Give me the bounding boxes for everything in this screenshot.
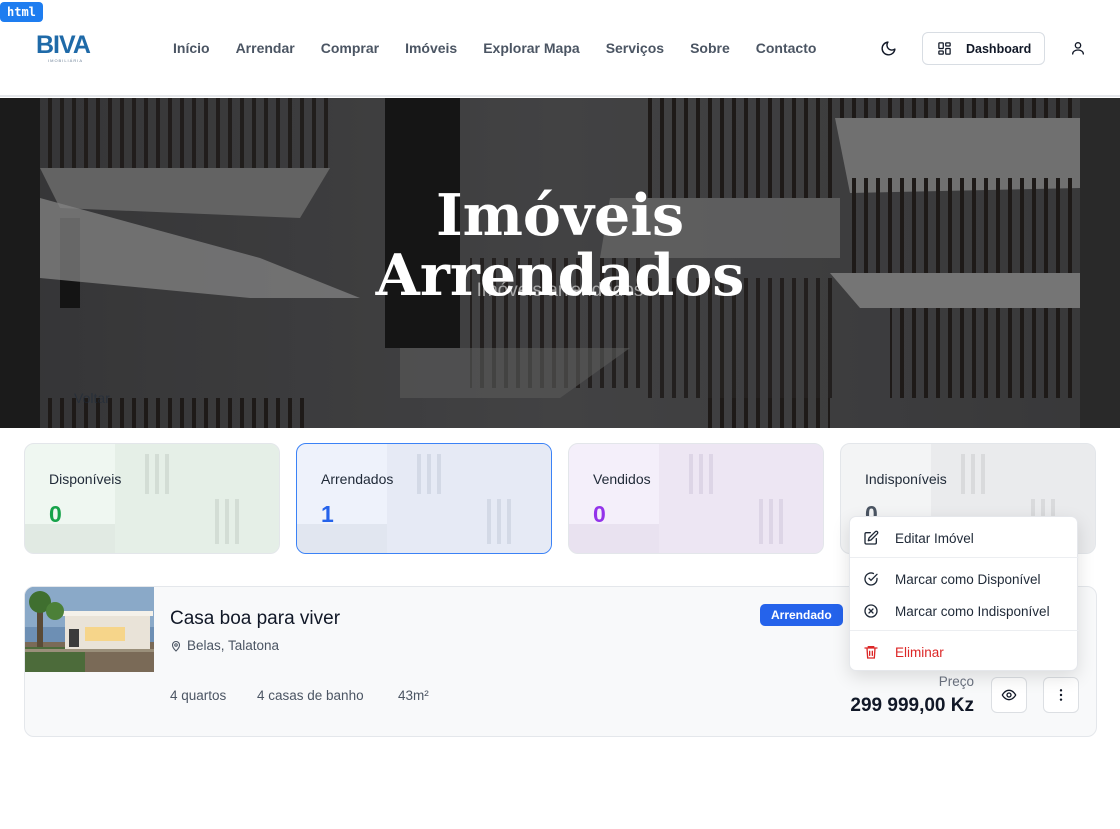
stat-label: Indisponíveis [865,471,947,487]
stat-card-vendidos[interactable]: Vendidos 0 [568,443,824,554]
stat-pattern [297,444,551,553]
html-badge: html [0,2,43,22]
nav-inicio[interactable]: Início [160,38,223,58]
stat-value: 0 [593,501,606,527]
check-circle-icon [864,572,878,586]
menu-label: Editar Imóvel [895,530,974,546]
trash-icon [864,646,878,659]
stat-card-arrendados[interactable]: Arrendados 1 [296,443,552,554]
bathrooms-count: 4 casas de banho [257,688,364,703]
menu-mark-unavailable[interactable]: Marcar como Indisponível [850,596,1079,626]
hero-banner: Imóveis arrendados Imóveis Arrendados Vo… [0,98,1120,428]
dashboard-button[interactable]: Dashboard [922,32,1045,65]
status-badge: Arrendado [760,604,843,626]
map-pin-icon [171,640,181,652]
stat-pattern [569,444,823,553]
eye-icon [1001,689,1017,701]
hero-title-line2: Arrendados [375,242,745,309]
top-navbar: BIVA IMOBILIÁRIA Início Arrendar Comprar… [0,0,1120,97]
stat-value: 0 [49,501,62,527]
menu-label: Marcar como Indisponível [895,603,1050,619]
stat-label: Disponíveis [49,471,122,487]
menu-divider [850,557,1079,558]
main-nav: Início Arrendar Comprar Imóveis Explorar… [160,38,829,58]
theme-toggle-button[interactable] [876,36,900,60]
price-value: 299 999,00 Kz [850,695,974,716]
stat-pattern [25,444,279,553]
dashboard-grid-icon [938,42,951,55]
edit-icon [864,530,879,545]
moon-icon [881,40,896,55]
menu-label: Eliminar [895,644,944,660]
menu-edit-property[interactable]: Editar Imóvel [850,523,1079,553]
stat-label: Vendidos [593,471,651,487]
user-icon [1072,42,1084,55]
nav-contacto[interactable]: Contacto [743,38,830,58]
nav-imoveis[interactable]: Imóveis [392,38,470,58]
back-link[interactable]: Voltar [74,390,110,406]
price-label: Preço [938,674,974,689]
stat-card-disponiveis[interactable]: Disponíveis 0 [24,443,280,554]
menu-divider [850,630,1079,631]
more-options-button[interactable] [1043,677,1079,713]
menu-mark-available[interactable]: Marcar como Disponível [850,564,1079,594]
hero-title: Imóveis Arrendados [0,186,1120,306]
stat-value: 1 [321,501,334,527]
more-vertical-icon [1059,689,1063,701]
property-actions-menu: Editar Imóvel Marcar como Disponível Mar… [849,516,1079,671]
nav-comprar[interactable]: Comprar [308,38,392,58]
nav-explorar-mapa[interactable]: Explorar Mapa [470,38,592,58]
area-value: 43m² [398,688,429,703]
hero-title-line1: Imóveis [435,182,685,249]
menu-delete[interactable]: Eliminar [850,637,1079,667]
page: html BIVA IMOBILIÁRIA Início Arrendar Co… [0,0,1120,829]
x-circle-icon [864,604,878,618]
nav-sobre[interactable]: Sobre [677,38,743,58]
property-photo[interactable] [25,587,154,672]
stat-label: Arrendados [321,471,394,487]
property-title[interactable]: Casa boa para viver [170,608,340,630]
property-location: Belas, Talatona [170,638,279,653]
dashboard-label: Dashboard [966,41,1032,56]
bedrooms-count: 4 quartos [170,688,227,703]
brand-name: BIVA [36,31,91,59]
location-text: Belas, Talatona [187,638,280,653]
brand-logo[interactable]: BIVA IMOBILIÁRIA [36,32,96,64]
nav-arrendar[interactable]: Arrendar [223,38,308,58]
nav-servicos[interactable]: Serviços [593,38,677,58]
view-button[interactable] [991,677,1027,713]
menu-label: Marcar como Disponível [895,571,1041,587]
user-account-button[interactable] [1066,36,1090,60]
